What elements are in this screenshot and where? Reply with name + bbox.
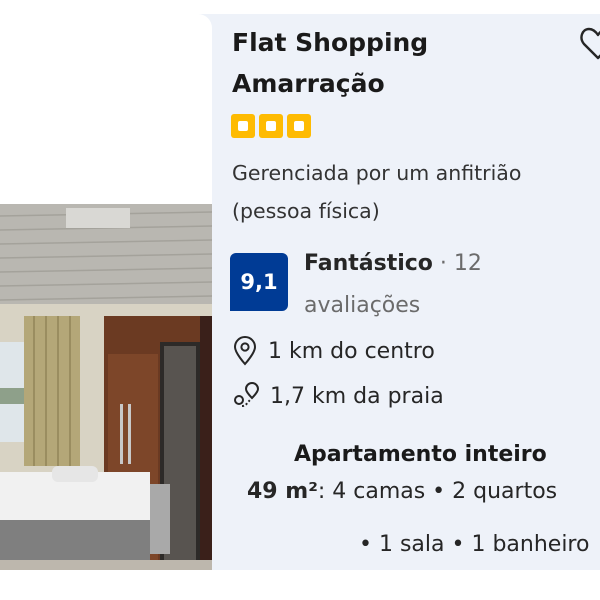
unit-rooms-line-1: : 4 camas • 2 quartos [317, 479, 558, 504]
beach-distance-icon [234, 382, 260, 407]
favorite-heart-icon[interactable] [578, 24, 600, 64]
rating-square-icon [287, 114, 311, 138]
property-card[interactable]: Flat Shopping Amarração Gerenciada por u… [0, 14, 600, 570]
distance-beach-row: 1,7 km da praia [232, 382, 444, 410]
property-name[interactable]: Flat Shopping Amarração [232, 22, 562, 104]
distance-beach-text: 1,7 km da praia [270, 383, 444, 409]
review-count-label: avaliações [304, 293, 421, 318]
host-type-line-2: (pessoa física) [232, 199, 380, 223]
review-score-badge: 9,1 [230, 253, 288, 311]
unit-details-line-1: 49 m²: 4 camas • 2 quartos [247, 479, 557, 504]
host-type: Gerenciada por um anfitrião (pessoa físi… [232, 154, 592, 230]
property-photo[interactable] [0, 204, 212, 570]
unit-details-line-2: • 1 sala • 1 banheiro [359, 532, 590, 557]
unit-area: 49 m² [247, 479, 318, 504]
rating-square-icon [259, 114, 283, 138]
host-type-line-1: Gerenciada por um anfitrião [232, 161, 522, 185]
review-count: 12 [453, 251, 482, 276]
review-summary[interactable]: Fantástico · 12 avaliações [304, 243, 594, 327]
unit-type: Apartamento inteiro [294, 442, 547, 467]
score-separator: · [439, 251, 447, 276]
review-score-word: Fantástico [304, 251, 433, 276]
distance-center-row: 1 km do centro [232, 336, 435, 366]
property-name-line-2[interactable]: Amarração [232, 63, 562, 104]
rating-square-icon [231, 114, 255, 138]
distance-center-text: 1 km do centro [268, 338, 435, 364]
star-rating [231, 114, 311, 138]
property-photo-panel[interactable] [0, 14, 212, 570]
property-name-line-1[interactable]: Flat Shopping [232, 22, 562, 63]
map-pin-icon [233, 336, 257, 366]
